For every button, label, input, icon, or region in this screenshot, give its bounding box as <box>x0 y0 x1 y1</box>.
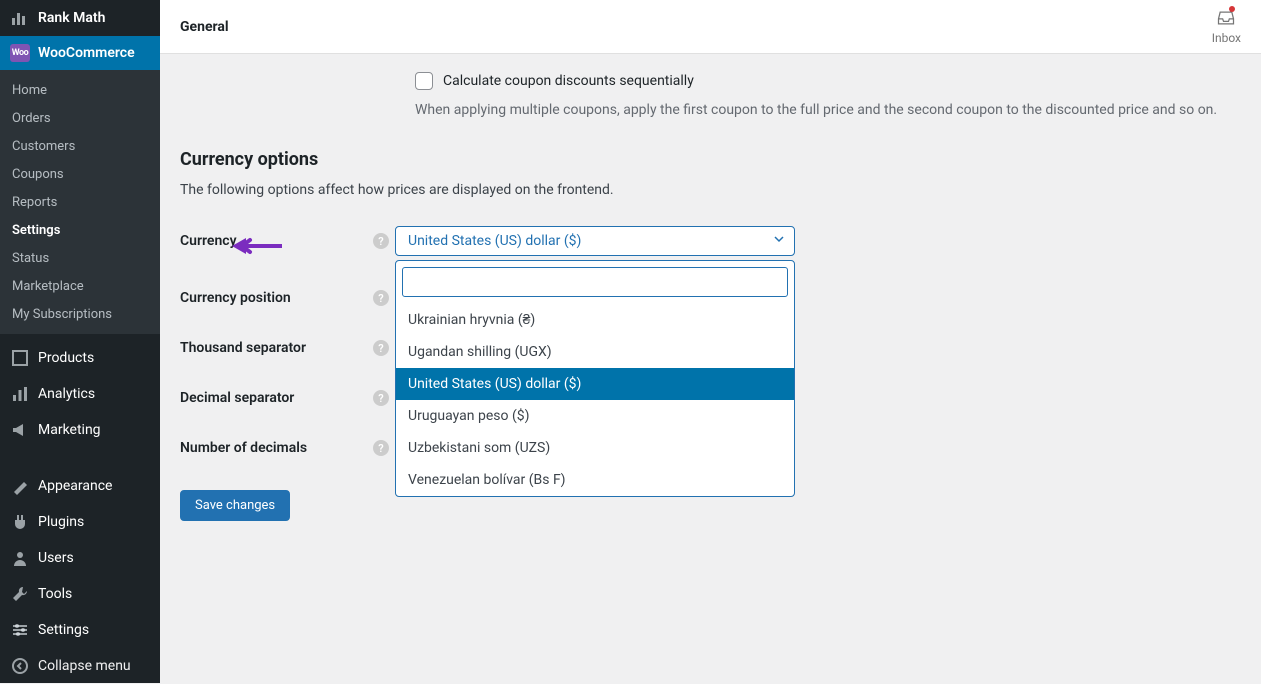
top-bar: General Inbox <box>160 0 1261 54</box>
sidebar-subitem-settings[interactable]: Settings <box>0 216 160 244</box>
sidebar-label: Analytics <box>38 386 95 402</box>
sidebar-item-tools[interactable]: Tools <box>0 576 160 612</box>
marketing-icon <box>10 420 30 440</box>
sidebar-item-plugins[interactable]: Plugins <box>0 504 160 540</box>
sidebar-item-appearance[interactable]: Appearance <box>0 468 160 504</box>
coupon-sequential-row: Calculate coupon discounts sequentially <box>415 72 1241 90</box>
notification-dot <box>1229 6 1235 12</box>
sidebar-top: Rank Math Woo WooCommerce HomeOrdersCust… <box>0 0 160 334</box>
plugins-icon <box>10 512 30 532</box>
thousand-separator-label: Thousand separator ? <box>180 340 395 356</box>
currency-search-input[interactable] <box>402 267 788 297</box>
currency-dropdown-panel: Ukrainian hryvnia (₴)Ugandan shilling (U… <box>395 260 795 497</box>
analytics-icon <box>10 384 30 404</box>
help-icon[interactable]: ? <box>373 440 389 456</box>
currency-section-title: Currency options <box>180 149 1241 170</box>
sidebar-label: Users <box>38 550 74 566</box>
help-icon[interactable]: ? <box>373 290 389 306</box>
sidebar-group-2: Appearance Plugins Users Tools Settings <box>0 462 160 648</box>
admin-sidebar: Rank Math Woo WooCommerce HomeOrdersCust… <box>0 0 160 683</box>
sidebar-label: Appearance <box>38 478 112 494</box>
currency-select[interactable]: United States (US) dollar ($) Ukrainian … <box>395 226 795 256</box>
sidebar-subitem-customers[interactable]: Customers <box>0 132 160 160</box>
sidebar-item-woocommerce[interactable]: Woo WooCommerce <box>0 36 160 70</box>
settings-icon <box>10 620 30 640</box>
chevron-down-icon <box>773 233 785 249</box>
help-icon[interactable]: ? <box>373 390 389 406</box>
currency-options-list[interactable]: Ukrainian hryvnia (₴)Ugandan shilling (U… <box>396 303 794 496</box>
coupon-sequential-checkbox[interactable] <box>415 72 433 90</box>
sidebar-group-1: Products Analytics Marketing <box>0 334 160 448</box>
sidebar-subitem-home[interactable]: Home <box>0 76 160 104</box>
sidebar-label: Marketing <box>38 422 101 438</box>
collapse-menu-button[interactable]: Collapse menu <box>0 648 160 684</box>
currency-option[interactable]: Venezuelan bolívar (Bs F) <box>396 464 794 496</box>
currency-position-label: Currency position ? <box>180 290 395 306</box>
currency-selected-value: United States (US) dollar ($) <box>408 233 581 249</box>
currency-label: Currency ? <box>180 233 395 249</box>
help-icon[interactable]: ? <box>373 340 389 356</box>
number-of-decimals-label: Number of decimals ? <box>180 440 395 456</box>
sidebar-submenu-woocommerce: HomeOrdersCustomersCouponsReportsSetting… <box>0 70 160 334</box>
sidebar-item-settings[interactable]: Settings <box>0 612 160 648</box>
save-changes-button[interactable]: Save changes <box>180 490 290 521</box>
help-icon[interactable]: ? <box>373 233 389 249</box>
inbox-label: Inbox <box>1212 31 1241 45</box>
decimal-separator-label: Decimal separator ? <box>180 390 395 406</box>
users-icon <box>10 548 30 568</box>
sidebar-subitem-orders[interactable]: Orders <box>0 104 160 132</box>
sidebar-label: WooCommerce <box>38 45 135 61</box>
sidebar-label: Rank Math <box>38 10 105 26</box>
collapse-label: Collapse menu <box>38 658 131 674</box>
sidebar-item-users[interactable]: Users <box>0 540 160 576</box>
currency-option[interactable]: Uruguayan peso ($) <box>396 400 794 432</box>
currency-option[interactable]: Ukrainian hryvnia (₴) <box>396 303 794 336</box>
sidebar-label: Plugins <box>38 514 84 530</box>
main-content: General Inbox Calculate coupon discounts… <box>160 0 1261 683</box>
sidebar-subitem-my-subscriptions[interactable]: My Subscriptions <box>0 300 160 328</box>
woocommerce-icon: Woo <box>10 44 30 62</box>
sidebar-subitem-marketplace[interactable]: Marketplace <box>0 272 160 300</box>
sidebar-label: Tools <box>38 586 72 602</box>
currency-select-display[interactable]: United States (US) dollar ($) <box>395 226 795 256</box>
sidebar-subitem-coupons[interactable]: Coupons <box>0 160 160 188</box>
collapse-icon <box>10 656 30 676</box>
rankmath-icon <box>10 8 30 28</box>
appearance-icon <box>10 476 30 496</box>
sidebar-label: Settings <box>38 622 89 638</box>
currency-option[interactable]: Ugandan shilling (UGX) <box>396 336 794 368</box>
inbox-button[interactable]: Inbox <box>1212 8 1241 45</box>
currency-option[interactable]: United States (US) dollar ($) <box>396 368 794 400</box>
coupon-sequential-label: Calculate coupon discounts sequentially <box>443 73 694 89</box>
settings-content: Calculate coupon discounts sequentially … <box>160 54 1261 539</box>
currency-row: Currency ? United States (US) dollar ($)… <box>180 226 1241 256</box>
products-icon <box>10 348 30 368</box>
sidebar-subitem-status[interactable]: Status <box>0 244 160 272</box>
tools-icon <box>10 584 30 604</box>
currency-option[interactable]: Uzbekistani som (UZS) <box>396 432 794 464</box>
sidebar-item-rankmath[interactable]: Rank Math <box>0 0 160 36</box>
page-title: General <box>180 19 229 35</box>
sidebar-item-marketing[interactable]: Marketing <box>0 412 160 448</box>
sidebar-label: Products <box>38 350 94 366</box>
sidebar-item-analytics[interactable]: Analytics <box>0 376 160 412</box>
sidebar-subitem-reports[interactable]: Reports <box>0 188 160 216</box>
sidebar-item-products[interactable]: Products <box>0 340 160 376</box>
currency-section-desc: The following options affect how prices … <box>180 182 1241 198</box>
coupon-helper-text: When applying multiple coupons, apply th… <box>415 100 1235 121</box>
